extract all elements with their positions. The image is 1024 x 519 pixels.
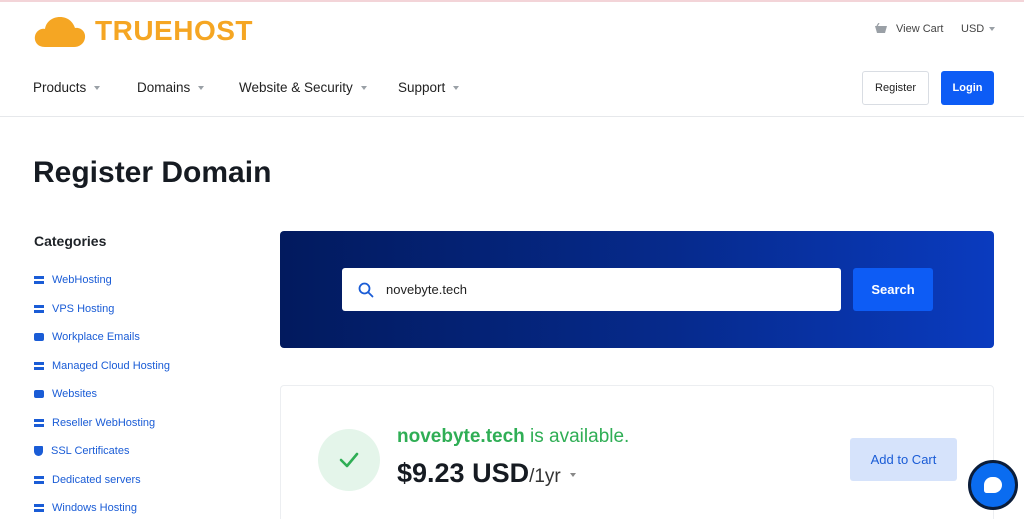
nav-item-domains[interactable]: Domains (137, 80, 205, 95)
server-icon (34, 276, 44, 285)
top-accent-bar (0, 0, 1024, 2)
cloud-logo-icon (34, 17, 86, 47)
chevron-down-icon (453, 85, 460, 90)
billing-period: /1yr (529, 466, 561, 487)
nav-item-products[interactable]: Products (33, 80, 101, 95)
chevron-down-icon (94, 85, 101, 90)
server-icon (34, 361, 44, 370)
brand-logo[interactable]: TRUEHOST (33, 14, 253, 48)
category-item-managed-cloud-hosting[interactable]: Managed Cloud Hosting (34, 352, 170, 381)
add-to-cart-button[interactable]: Add to Cart (850, 438, 957, 481)
price-selector[interactable]: $9.23 USD /1yr (397, 458, 576, 489)
domain-search-box[interactable] (342, 268, 841, 311)
nav-item-label: Products (33, 80, 87, 95)
chevron-down-icon (989, 27, 996, 31)
category-item-workplace-emails[interactable]: Workplace Emails (34, 323, 170, 352)
category-label: Windows Hosting (52, 502, 137, 515)
register-button[interactable]: Register (862, 71, 929, 105)
category-label: Dedicated servers (52, 473, 141, 486)
category-label: Websites (52, 388, 98, 401)
currency-label: USD (961, 23, 985, 35)
nav-item-website-security[interactable]: Website & Security (239, 80, 367, 95)
category-label: Reseller WebHosting (52, 416, 156, 429)
server-icon (34, 418, 44, 427)
category-label: VPS Hosting (52, 302, 115, 315)
chevron-down-icon (569, 473, 576, 477)
server-icon (34, 504, 44, 513)
page-title: Register Domain (33, 156, 272, 189)
search-button[interactable]: Search (853, 268, 933, 311)
server-icon (34, 304, 44, 313)
nav-item-label: Domains (137, 80, 191, 95)
chevron-down-icon (198, 85, 205, 90)
category-item-websites[interactable]: Websites (34, 380, 170, 409)
availability-status: is available. (524, 426, 630, 447)
view-cart-label: View Cart (896, 23, 944, 35)
available-check-badge (318, 429, 380, 491)
categories-list: WebHosting VPS Hosting Workplace Emails … (34, 266, 170, 519)
chevron-down-icon (360, 85, 367, 90)
search-icon (358, 282, 374, 297)
cart-icon (875, 23, 887, 33)
box-icon (34, 390, 44, 399)
category-label: Managed Cloud Hosting (52, 359, 171, 372)
login-button[interactable]: Login (941, 71, 994, 105)
chat-widget-button[interactable] (968, 460, 1018, 510)
result-domain-name: novebyte.tech (397, 426, 525, 447)
currency-selector[interactable]: USD (961, 23, 996, 35)
category-item-reseller-webhosting[interactable]: Reseller WebHosting (34, 409, 170, 438)
domain-price: $9.23 USD (397, 458, 530, 488)
server-icon (34, 475, 44, 484)
nav-item-label: Support (398, 80, 446, 95)
category-item-dedicated-servers[interactable]: Dedicated servers (34, 466, 170, 495)
category-item-vps-hosting[interactable]: VPS Hosting (34, 295, 170, 324)
category-item-ssl-certificates[interactable]: SSL Certificates (34, 437, 170, 466)
header-divider (0, 116, 1024, 117)
domain-search-input[interactable] (386, 282, 826, 297)
availability-message: novebyte.tech is available. (397, 426, 629, 448)
brand-name: TRUEHOST (95, 15, 253, 46)
nav-item-label: Website & Security (239, 80, 353, 95)
shield-icon (34, 446, 43, 457)
view-cart-link[interactable]: View Cart (874, 23, 943, 35)
categories-heading: Categories (34, 233, 107, 249)
chat-icon (984, 477, 1002, 493)
category-label: SSL Certificates (51, 445, 130, 458)
nav-item-support[interactable]: Support (398, 80, 460, 95)
checkmark-icon (339, 452, 359, 468)
category-item-webhosting[interactable]: WebHosting (34, 266, 170, 295)
category-item-windows-hosting[interactable]: Windows Hosting (34, 494, 170, 519)
category-label: Workplace Emails (52, 331, 140, 344)
box-icon (34, 333, 44, 342)
category-label: WebHosting (52, 274, 112, 287)
